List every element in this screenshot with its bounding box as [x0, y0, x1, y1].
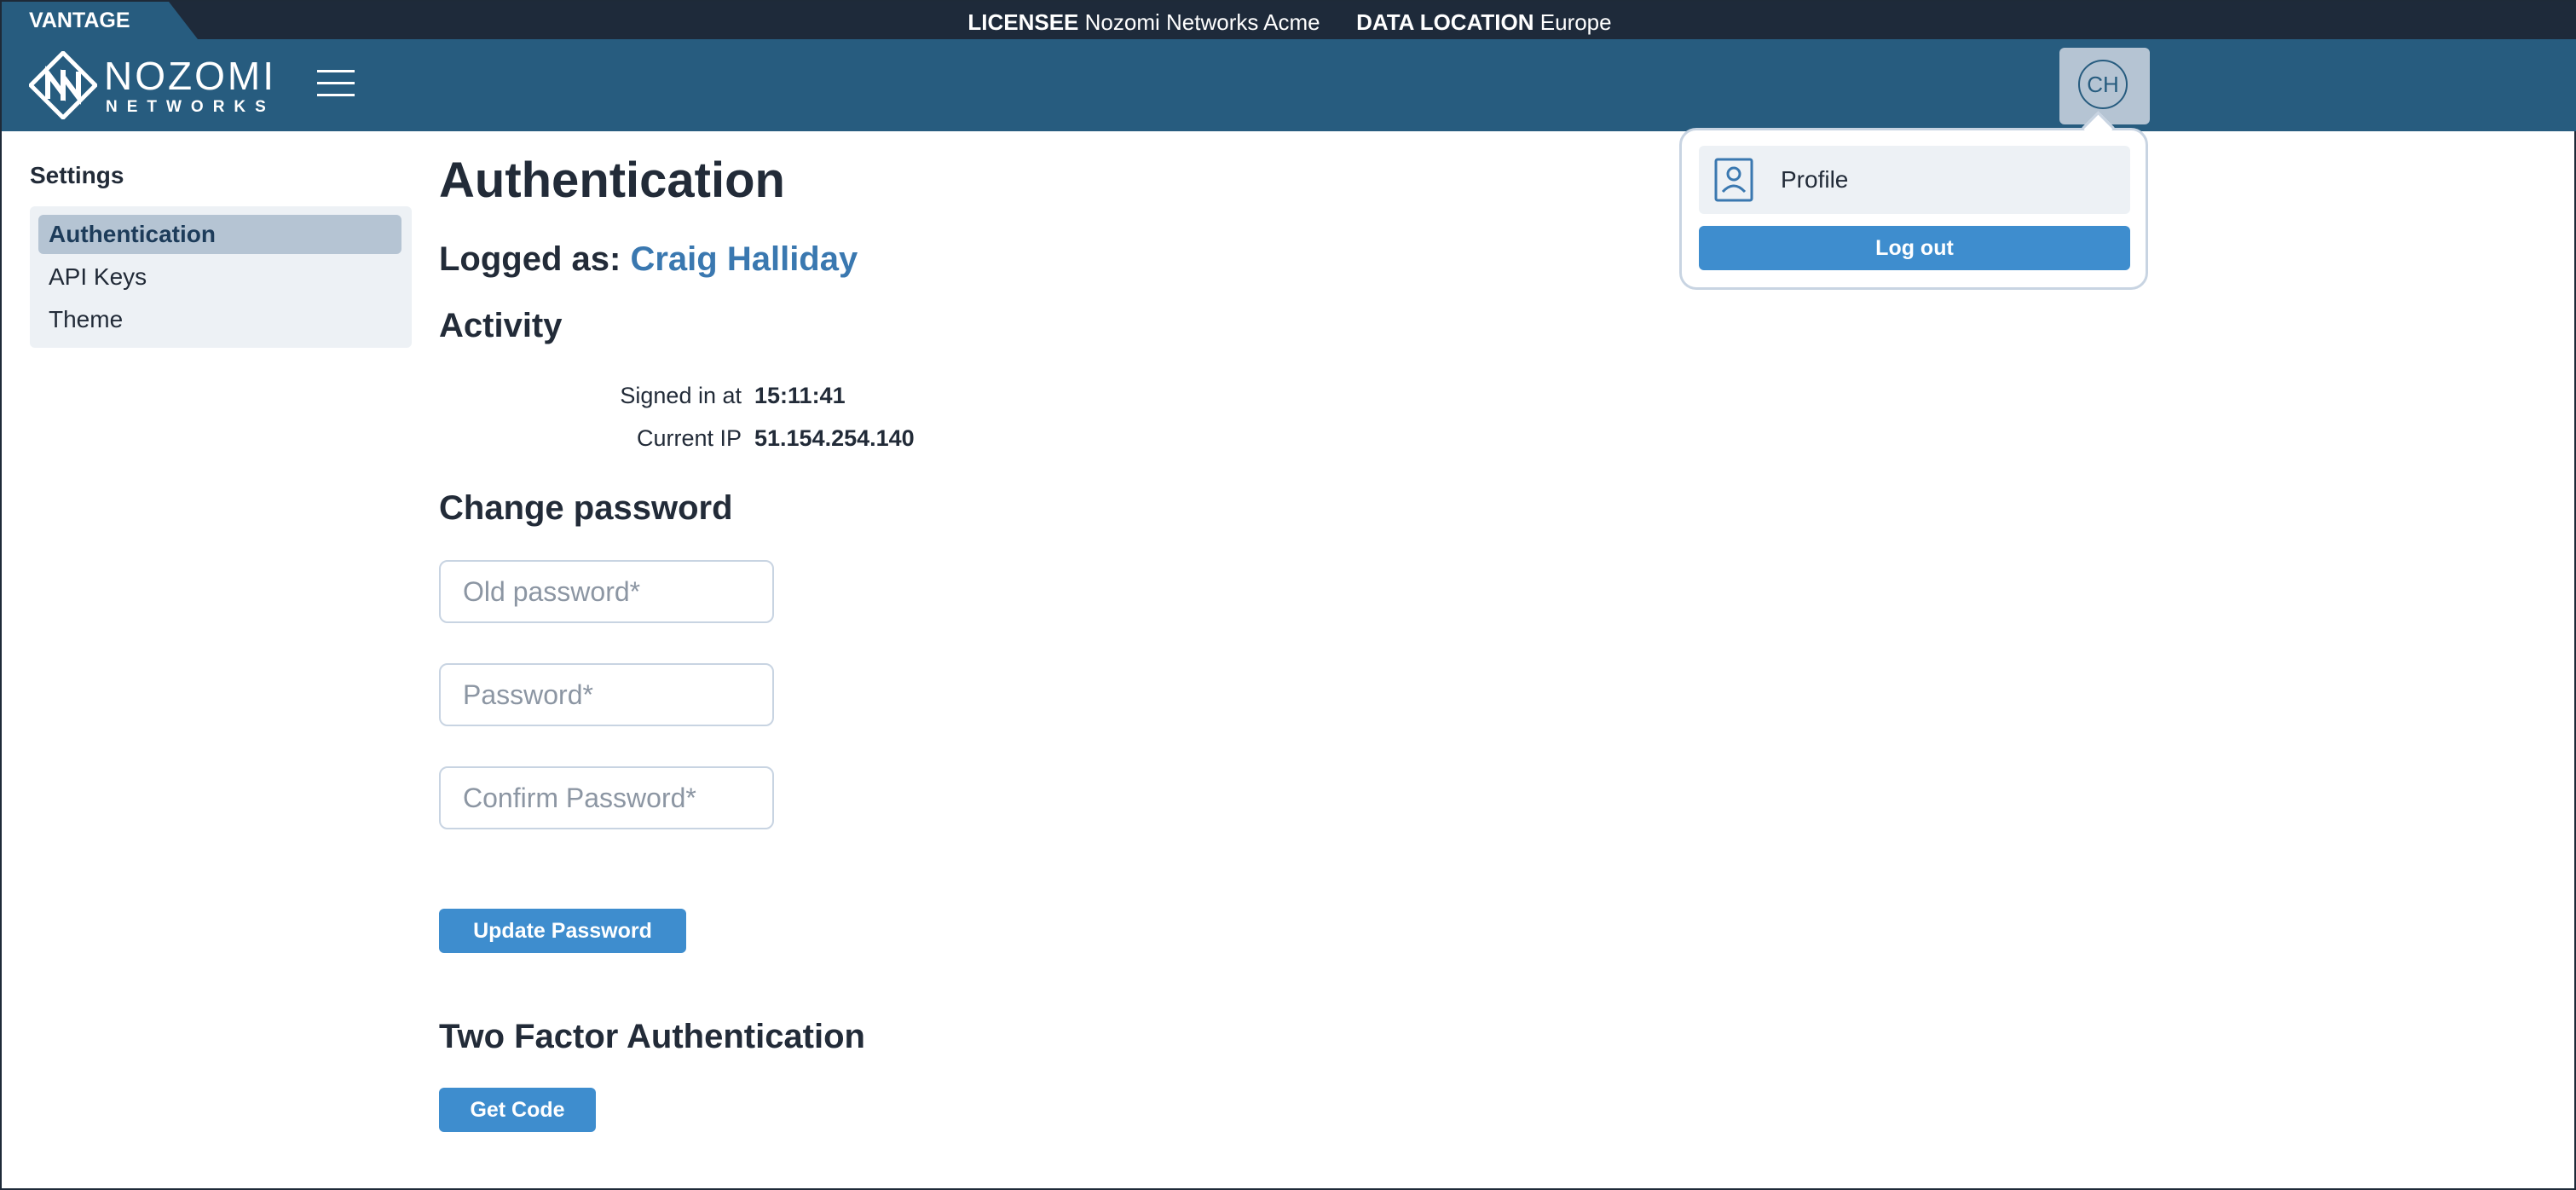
- logged-as: Logged as: Craig Halliday: [439, 240, 858, 279]
- profile-label: Profile: [1781, 166, 1849, 193]
- data-location-label: DATA LOCATION: [1356, 9, 1534, 35]
- sidebar-title: Settings: [30, 162, 124, 188]
- sidebar-item-api-keys[interactable]: API Keys: [38, 257, 401, 297]
- new-password-field[interactable]: [439, 663, 774, 726]
- logo-wordmark: NOZOMI: [104, 54, 276, 98]
- logged-as-label: Logged as:: [439, 240, 621, 278]
- user-avatar-button[interactable]: CH: [2059, 48, 2150, 124]
- activity-row-signed-in: Signed in at 15:11:41: [439, 378, 1036, 413]
- activity-value: 15:11:41: [754, 383, 846, 408]
- activity-heading: Activity: [439, 307, 563, 344]
- sidebar-item-theme[interactable]: Theme: [38, 300, 401, 339]
- change-password-heading: Change password: [439, 489, 733, 527]
- hamburger-menu-icon[interactable]: [317, 68, 355, 99]
- page-title: Authentication: [439, 153, 785, 208]
- old-password-field[interactable]: [439, 560, 774, 623]
- user-name: Craig Halliday: [630, 240, 858, 278]
- license-info: LICENSEE Nozomi Networks Acme DATA LOCAT…: [2, 2, 2576, 39]
- nozomi-logo[interactable]: NOZOMI NETWORKS: [29, 51, 285, 119]
- activity-value: 51.154.254.140: [754, 425, 915, 451]
- app-header: NOZOMI NETWORKS: [2, 39, 2576, 131]
- two-factor-heading: Two Factor Authentication: [439, 1018, 865, 1055]
- activity-label: Signed in at: [620, 383, 742, 408]
- update-password-button[interactable]: Update Password: [439, 909, 686, 953]
- get-code-button[interactable]: Get Code: [439, 1088, 596, 1132]
- activity-row-current-ip: Current IP 51.154.254.140: [439, 421, 1036, 455]
- top-strip: VANTAGE LICENSEE Nozomi Networks Acme DA…: [2, 2, 2576, 39]
- profile-icon: [1714, 158, 1753, 202]
- sidebar-item-authentication[interactable]: Authentication: [38, 215, 401, 254]
- logo-subtitle: NETWORKS: [106, 98, 275, 116]
- menu-item-profile[interactable]: Profile: [1699, 146, 2130, 214]
- data-location-value: Europe: [1539, 9, 1612, 35]
- user-menu-dropdown: Profile Log out: [1679, 128, 2148, 290]
- nozomi-logo-mark: [29, 51, 97, 119]
- licensee-label: LICENSEE: [967, 9, 1079, 35]
- licensee-value: Nozomi Networks Acme: [1084, 9, 1320, 35]
- settings-sidebar: Authentication API Keys Theme: [30, 206, 412, 348]
- avatar: CH: [2078, 60, 2128, 109]
- confirm-password-field[interactable]: [439, 766, 774, 829]
- logout-button[interactable]: Log out: [1699, 226, 2130, 270]
- activity-label: Current IP: [636, 425, 742, 451]
